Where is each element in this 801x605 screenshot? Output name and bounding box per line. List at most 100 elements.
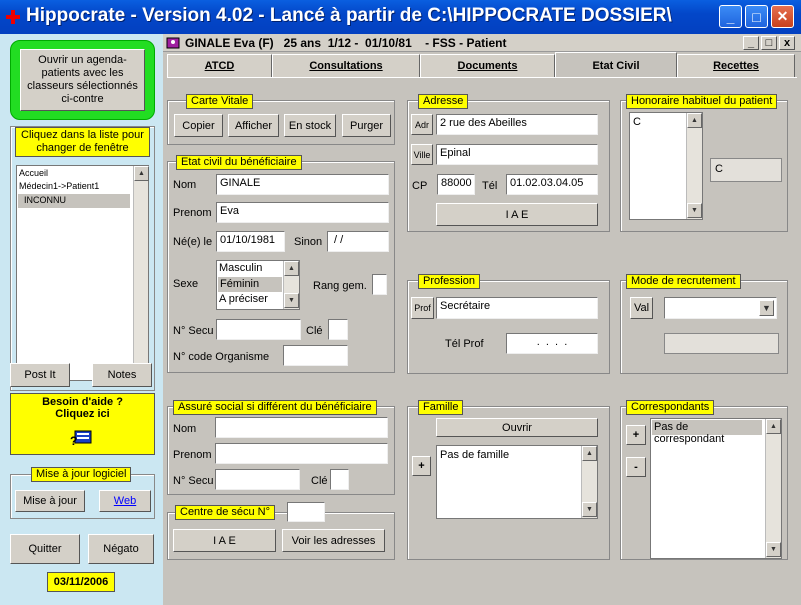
famille-list[interactable]: Pas de famille ▲ ▼ [436, 445, 598, 519]
recrutement-label: Mode de recrutement [626, 274, 741, 289]
assure-cle-field[interactable] [330, 469, 349, 490]
notes-button[interactable]: Notes [92, 363, 152, 387]
patient-close-button[interactable]: x [779, 36, 795, 50]
etat-civil-label: Etat civil du bénéficiaire [176, 155, 302, 170]
sexe-list[interactable]: Masculin Féminin A préciser ▲ ▼ [216, 260, 300, 310]
honoraire-list[interactable]: C ▲ ▼ [629, 112, 703, 220]
svg-text:?: ? [70, 434, 77, 447]
recrutement-select[interactable]: ▼ [664, 297, 777, 319]
correspondant-add-button[interactable]: + [626, 425, 646, 445]
window-list[interactable]: Accueil Médecin1->Patient1 INCONNU ▲ ▼ [16, 165, 149, 381]
title-bar[interactable]: Hippocrate - Version 4.02 - Lancé à part… [0, 0, 801, 34]
scroll-down-icon[interactable]: ▼ [687, 203, 702, 218]
sexe-option[interactable]: A préciser [219, 293, 268, 305]
adresse-label: Adresse [418, 94, 469, 109]
profession-field[interactable]: Secrétaire [436, 297, 598, 319]
assure-nom-field[interactable] [215, 417, 388, 438]
sinon-field[interactable]: / / [327, 231, 389, 252]
list-item-selected[interactable]: INCONNU [18, 194, 130, 208]
close-button[interactable]: ✕ [771, 5, 794, 28]
sexe-option[interactable]: Masculin [219, 262, 262, 274]
assure-prenom-field[interactable] [215, 443, 388, 464]
patient-minimize-button[interactable]: _ [743, 36, 759, 50]
window-list-frame: Cliquez dans la liste pour changer de fe… [10, 126, 155, 391]
scroll-up-icon[interactable]: ▲ [766, 419, 781, 434]
scroll-up-icon[interactable]: ▲ [284, 261, 299, 276]
val-button[interactable]: Val [630, 297, 653, 319]
ville-field[interactable]: Epinal [436, 144, 598, 165]
tel-field[interactable]: 01.02.03.04.05 [506, 174, 598, 195]
correspondants-scrollbar[interactable]: ▲ ▼ [765, 419, 781, 558]
minimize-button[interactable]: _ [719, 5, 742, 28]
famille-scrollbar[interactable]: ▲ ▼ [581, 446, 597, 518]
sexe-scrollbar[interactable]: ▲ ▼ [283, 261, 299, 309]
tel-prof-field[interactable]: . . . . [506, 333, 598, 354]
famille-add-button[interactable]: + [412, 456, 431, 476]
dob-field[interactable]: 01/10/1981 [216, 231, 285, 252]
agenda-frame: Ouvrir un agenda-patients avec les class… [10, 40, 155, 120]
rang-field[interactable] [372, 274, 387, 295]
honoraire-scrollbar[interactable]: ▲ ▼ [686, 113, 702, 219]
assure-label: Assuré social si différent du bénéficiai… [173, 400, 377, 415]
tab-recettes[interactable]: Recettes [677, 54, 795, 77]
patient-header-bar: GINALE Eva (F) 25 ans 1/12 - 01/10/81 - … [163, 34, 801, 52]
tab-documents[interactable]: Documents [420, 54, 555, 77]
list-item[interactable]: Médecin1->Patient1 [19, 181, 99, 191]
negato-button[interactable]: Négato [88, 534, 154, 564]
prof-button[interactable]: Prof [411, 297, 434, 319]
purge-button[interactable]: Purger [342, 114, 391, 137]
nom-field[interactable]: GINALE [216, 174, 389, 195]
scroll-up-icon[interactable]: ▲ [134, 166, 149, 181]
tab-etat-civil[interactable]: Etat Civil [555, 52, 677, 78]
centre-iae-button[interactable]: I A E [173, 529, 276, 552]
scroll-down-icon[interactable]: ▼ [284, 293, 299, 308]
prenom-field[interactable]: Eva [216, 202, 389, 223]
scroll-up-icon[interactable]: ▲ [687, 113, 702, 128]
ouvrir-button[interactable]: Ouvrir [436, 418, 598, 437]
cle-field[interactable] [328, 319, 348, 340]
sexe-option-selected[interactable]: Féminin [218, 277, 282, 292]
in-stock-button[interactable]: En stock [284, 114, 336, 137]
assure-prenom-label: Prenom [173, 449, 212, 461]
correspondant-remove-button[interactable]: - [626, 457, 646, 477]
chevron-down-icon[interactable]: ▼ [759, 300, 774, 316]
organisme-label: N° code Organisme [173, 351, 270, 363]
update-frame: Mise à jour logiciel Mise à jour Web [10, 467, 155, 519]
help-box[interactable]: Besoin d'aide ? Cliquez ici ? [10, 393, 155, 455]
scrollbar[interactable]: ▲ ▼ [133, 166, 149, 380]
centre-number-field[interactable] [287, 502, 325, 522]
organisme-field[interactable] [283, 345, 348, 366]
postit-button[interactable]: Post It [10, 363, 70, 387]
assure-nom-label: Nom [173, 423, 197, 435]
cp-field[interactable]: 88000 [437, 174, 475, 195]
maximize-button[interactable]: □ [745, 5, 768, 28]
scroll-up-icon[interactable]: ▲ [582, 446, 597, 461]
ville-button[interactable]: Ville [411, 144, 433, 165]
display-button[interactable]: Afficher [228, 114, 279, 137]
copy-button[interactable]: Copier [174, 114, 223, 137]
web-link[interactable]: Web [99, 490, 151, 512]
correspondants-list[interactable]: Pas de correspondant ▲ ▼ [650, 418, 782, 559]
adresse-field[interactable]: 2 rue des Abeilles [436, 114, 598, 135]
honoraire-item[interactable]: C [633, 116, 641, 128]
window-title: Hippocrate - Version 4.02 - Lancé à part… [26, 5, 672, 26]
update-button[interactable]: Mise à jour [15, 490, 85, 512]
adr-button[interactable]: Adr [411, 114, 433, 135]
scroll-down-icon[interactable]: ▼ [766, 542, 781, 557]
adresse-iae-button[interactable]: I A E [436, 203, 598, 226]
tab-atcd[interactable]: ATCD [167, 54, 272, 77]
patient-maximize-button[interactable]: □ [761, 36, 777, 50]
help-line-1: Besoin d'aide ? [42, 396, 123, 408]
profession-frame: Profession Prof Secrétaire Tél Prof . . … [407, 274, 610, 374]
correspondant-item[interactable]: Pas de correspondant [652, 420, 762, 445]
voir-adresses-button[interactable]: Voir les adresses [282, 529, 385, 552]
famille-item[interactable]: Pas de famille [440, 449, 509, 461]
update-label: Mise à jour logiciel [31, 467, 132, 482]
tab-consultations[interactable]: Consultations [272, 54, 420, 77]
list-item[interactable]: Accueil [19, 168, 48, 178]
scroll-down-icon[interactable]: ▼ [582, 502, 597, 517]
assure-secu-field[interactable] [215, 469, 300, 490]
secu-field[interactable] [216, 319, 301, 340]
quit-button[interactable]: Quitter [10, 534, 80, 564]
open-agenda-button[interactable]: Ouvrir un agenda-patients avec les class… [20, 49, 145, 111]
